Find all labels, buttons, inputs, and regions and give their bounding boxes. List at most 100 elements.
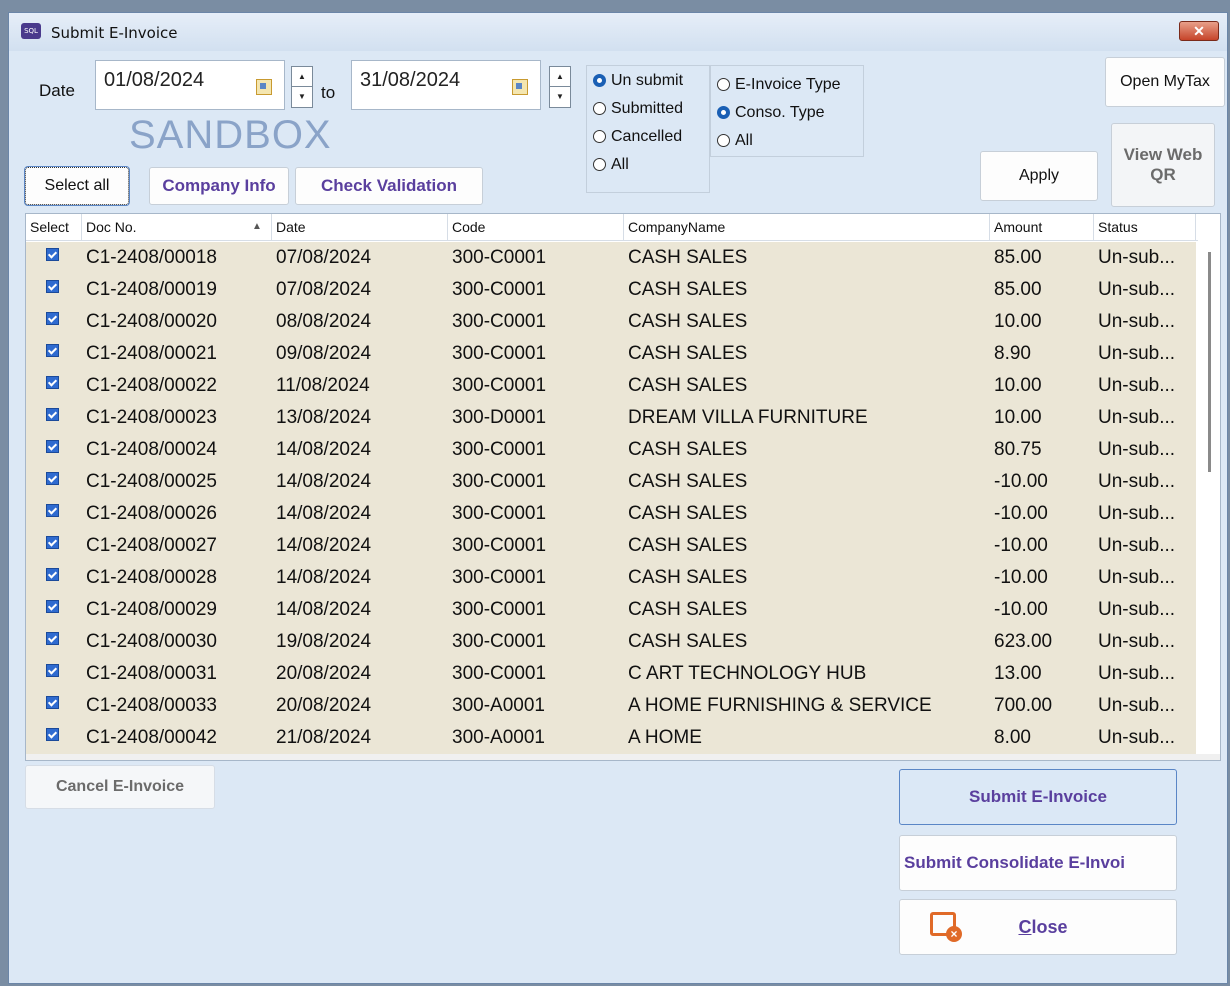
row-select-checkbox[interactable] <box>46 472 59 485</box>
cell-doc-no: C1-2408/00022 <box>86 375 217 396</box>
spin-up-icon[interactable]: ▲ <box>292 67 312 87</box>
view-web-qr-button[interactable]: View Web QR <box>1111 123 1215 207</box>
cell-code: 300-C0001 <box>452 503 547 524</box>
cell-amount: -10.00 <box>994 471 1048 492</box>
radio-cancelled[interactable]: Cancelled <box>593 128 682 146</box>
sort-ascending-icon: ▲ <box>252 221 262 232</box>
column-header-amount[interactable]: Amount <box>990 214 1094 240</box>
column-header-company-name[interactable]: CompanyName <box>624 214 990 240</box>
row-select-checkbox[interactable] <box>46 408 59 421</box>
cell-code: 300-C0001 <box>452 567 547 588</box>
status-filter-group: Un submit Submitted Cancelled All <box>586 65 710 193</box>
table-row[interactable]: C1-2408/00025 14/08/2024 300-C0001 CASH SAL… <box>26 466 1196 498</box>
cell-date: 14/08/2024 <box>276 439 372 460</box>
row-select-checkbox[interactable] <box>46 664 59 677</box>
row-select-checkbox[interactable] <box>46 504 59 517</box>
radio-submitted[interactable]: Submitted <box>593 100 683 118</box>
radio-einvoice-type[interactable]: E-Invoice Type <box>717 76 841 94</box>
select-all-button[interactable]: Select all <box>24 166 130 206</box>
horizontal-scrollbar[interactable] <box>26 754 1220 760</box>
cell-code: 300-C0001 <box>452 663 547 684</box>
date-to-spinner[interactable]: ▲ ▼ <box>549 66 571 108</box>
date-from-spinner[interactable]: ▲ ▼ <box>291 66 313 108</box>
cell-doc-no: C1-2408/00018 <box>86 247 217 268</box>
cell-date: 21/08/2024 <box>276 727 372 748</box>
cell-status: Un-sub... <box>1098 727 1176 748</box>
table-row[interactable]: C1-2408/00021 09/08/2024 300-C0001 CASH SAL… <box>26 338 1196 370</box>
column-header-select[interactable]: Select <box>26 214 82 240</box>
table-row[interactable]: C1-2408/00042 21/08/2024 300-A0001 A HOME 8.… <box>26 722 1196 754</box>
radio-status-all[interactable]: All <box>593 156 629 174</box>
scrollbar-thumb[interactable] <box>1208 252 1211 472</box>
table-row[interactable]: C1-2408/00030 19/08/2024 300-C0001 CASH SAL… <box>26 626 1196 658</box>
cell-status: Un-sub... <box>1098 631 1176 652</box>
open-mytax-button[interactable]: Open MyTax <box>1105 57 1225 107</box>
calendar-icon[interactable] <box>512 79 528 95</box>
cell-amount: 8.00 <box>994 727 1031 748</box>
row-select-checkbox[interactable] <box>46 440 59 453</box>
table-row[interactable]: C1-2408/00028 14/08/2024 300-C0001 CASH SAL… <box>26 562 1196 594</box>
column-header-doc-no[interactable]: Doc No. ▲ <box>82 214 272 240</box>
radio-un-submit[interactable]: Un submit <box>593 72 683 90</box>
row-select-checkbox[interactable] <box>46 280 59 293</box>
radio-icon <box>593 158 606 171</box>
calendar-icon[interactable] <box>256 79 272 95</box>
cell-company-name: C ART TECHNOLOGY HUB <box>628 663 867 684</box>
table-row[interactable]: C1-2408/00033 20/08/2024 300-A0001 A HOME F… <box>26 690 1196 722</box>
close-button[interactable]: × Close <box>899 899 1177 955</box>
table-row[interactable]: C1-2408/00023 13/08/2024 300-D0001 DREAM VI… <box>26 402 1196 434</box>
radio-conso-type[interactable]: Conso. Type <box>717 104 825 122</box>
cancel-einvoice-button[interactable]: Cancel E-Invoice <box>25 765 215 809</box>
company-info-button[interactable]: Company Info <box>149 167 289 205</box>
cell-amount: -10.00 <box>994 567 1048 588</box>
date-to-field[interactable]: 31/08/2024 <box>351 60 541 110</box>
table-row[interactable]: C1-2408/00022 11/08/2024 300-C0001 CASH SAL… <box>26 370 1196 402</box>
row-select-checkbox[interactable] <box>46 632 59 645</box>
row-select-checkbox[interactable] <box>46 248 59 261</box>
row-select-checkbox[interactable] <box>46 312 59 325</box>
apply-button[interactable]: Apply <box>980 151 1098 201</box>
row-select-checkbox[interactable] <box>46 696 59 709</box>
radio-type-all[interactable]: All <box>717 132 753 150</box>
cell-code: 300-A0001 <box>452 695 545 716</box>
row-select-checkbox[interactable] <box>46 344 59 357</box>
cell-status: Un-sub... <box>1098 439 1176 460</box>
cell-status: Un-sub... <box>1098 375 1176 396</box>
column-header-status[interactable]: Status <box>1094 214 1196 240</box>
column-header-date[interactable]: Date <box>272 214 448 240</box>
row-select-checkbox[interactable] <box>46 600 59 613</box>
cell-code: 300-A0001 <box>452 727 545 748</box>
column-header-code[interactable]: Code <box>448 214 624 240</box>
cell-doc-no: C1-2408/00019 <box>86 279 217 300</box>
submit-consolidate-button[interactable]: Submit Consolidate E-Invoi <box>899 835 1177 891</box>
window-close-button[interactable]: ✕ <box>1179 21 1219 41</box>
table-row[interactable]: C1-2408/00027 14/08/2024 300-C0001 CASH SAL… <box>26 530 1196 562</box>
cell-status: Un-sub... <box>1098 599 1176 620</box>
cell-amount: 80.75 <box>994 439 1042 460</box>
row-select-checkbox[interactable] <box>46 376 59 389</box>
table-row[interactable]: C1-2408/00020 08/08/2024 300-C0001 CASH SAL… <box>26 306 1196 338</box>
cell-status: Un-sub... <box>1098 663 1176 684</box>
check-validation-button[interactable]: Check Validation <box>295 167 483 205</box>
table-row[interactable]: C1-2408/00029 14/08/2024 300-C0001 CASH SAL… <box>26 594 1196 626</box>
table-row[interactable]: C1-2408/00018 07/08/2024 300-C0001 CASH SAL… <box>26 242 1196 274</box>
table-row[interactable]: C1-2408/00026 14/08/2024 300-C0001 CASH SAL… <box>26 498 1196 530</box>
cell-code: 300-C0001 <box>452 439 547 460</box>
spin-up-icon[interactable]: ▲ <box>550 67 570 87</box>
date-from-field[interactable]: 01/08/2024 <box>95 60 285 110</box>
spin-down-icon[interactable]: ▼ <box>550 87 570 107</box>
row-select-checkbox[interactable] <box>46 568 59 581</box>
date-to-value: 31/08/2024 <box>360 69 461 91</box>
table-row[interactable]: C1-2408/00024 14/08/2024 300-C0001 CASH SAL… <box>26 434 1196 466</box>
table-row[interactable]: C1-2408/00031 20/08/2024 300-C0001 C ART TE… <box>26 658 1196 690</box>
submit-einvoice-button[interactable]: Submit E-Invoice <box>899 769 1177 825</box>
cell-company-name: CASH SALES <box>628 375 748 396</box>
table-row[interactable]: C1-2408/00019 07/08/2024 300-C0001 CASH SAL… <box>26 274 1196 306</box>
cell-code: 300-D0001 <box>452 407 547 428</box>
row-select-checkbox[interactable] <box>46 728 59 741</box>
grid-header: Select Doc No. ▲ Date Code CompanyName Am… <box>26 214 1220 241</box>
row-select-checkbox[interactable] <box>46 536 59 549</box>
spin-down-icon[interactable]: ▼ <box>292 87 312 107</box>
vertical-scrollbar[interactable] <box>1198 240 1220 758</box>
cell-code: 300-C0001 <box>452 375 547 396</box>
